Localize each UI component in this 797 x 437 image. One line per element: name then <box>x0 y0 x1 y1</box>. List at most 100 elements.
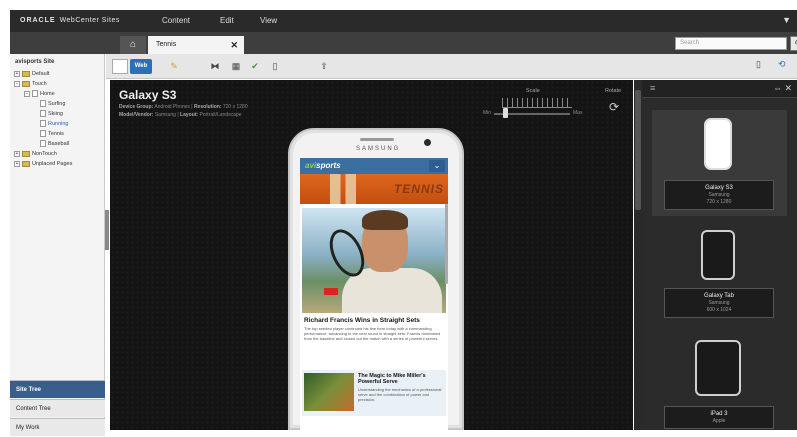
tree-node-home[interactable]: − Home <box>24 90 55 98</box>
tree-node-nontouch[interactable]: + NonTouch <box>14 150 57 158</box>
phone-frame: SAMSUNG avisports ⌄ TENNIS Richard Franc… <box>288 128 464 430</box>
tab-bar: ⌂ Tennis ✕ Search ⚲ <box>10 32 797 54</box>
article-2-title: The Magic to Mike Miller's Powerful Serv… <box>358 373 426 385</box>
panel-splitter[interactable] <box>105 210 109 250</box>
collapse-icon: − <box>24 90 30 97</box>
home-icon: ⌂ <box>129 39 137 50</box>
page-icon <box>40 130 46 138</box>
chevron-down-icon[interactable]: ▼ <box>782 15 791 25</box>
panel-controls[interactable]: ⇔ ✕ <box>773 83 792 94</box>
page-icon <box>40 120 46 128</box>
canvas-scrollbar[interactable] <box>634 80 642 430</box>
device-label: Galaxy S3 Samsung 720 x 1280 <box>664 180 774 210</box>
phone-screen: avisports ⌄ TENNIS Richard Francis Wins … <box>300 158 448 430</box>
close-icon[interactable]: ✕ <box>230 36 238 54</box>
player-hair <box>362 210 408 230</box>
phone-brand: SAMSUNG <box>356 146 401 152</box>
home-tab[interactable]: ⌂ <box>120 36 146 54</box>
page-icon <box>32 90 38 98</box>
page-icon <box>40 100 46 108</box>
folder-icon <box>22 150 30 157</box>
tree-node-unplaced-pages[interactable]: + Unplaced Pages <box>14 160 72 168</box>
tablet-icon <box>701 230 735 280</box>
site-tree-tab[interactable]: Site Tree <box>10 380 105 398</box>
wristband <box>324 288 338 295</box>
device-meta-line-1: Device Group: Android Phones | Resolutio… <box>119 104 248 110</box>
refresh-icon[interactable]: ⟲ <box>778 59 786 70</box>
page-icon <box>40 140 46 148</box>
folder-icon <box>22 80 30 87</box>
tab-tennis[interactable]: Tennis ✕ <box>148 36 244 54</box>
rotate-icon[interactable]: ⟳ <box>609 100 619 114</box>
article-body: The top seeded player continued his fine… <box>304 326 441 341</box>
article-card-2[interactable]: The Magic to Mike Miller's Powerful Serv… <box>302 370 446 416</box>
brand-name: ORACLE <box>20 17 56 24</box>
app-header: avisports ⌄ <box>300 158 448 174</box>
top-menu-bar: ORACLE WebCenter Sites Content Edit View … <box>10 10 797 32</box>
phone-speaker <box>360 138 394 141</box>
scrollbar-thumb[interactable] <box>635 90 641 210</box>
device-label: iPad 3 Apple <box>664 406 774 429</box>
device-label: Galaxy Tab Samsung 600 x 1024 <box>664 288 774 318</box>
banner-word: TENNIS <box>393 182 444 196</box>
device-title: Galaxy S3 <box>119 88 177 102</box>
banner-image <box>330 174 356 204</box>
app-window: ORACLE WebCenter Sites Content Edit View … <box>0 0 797 436</box>
scale-max: Max <box>573 110 583 116</box>
device-preview-icon[interactable]: ⇪ <box>316 59 332 74</box>
list-icon[interactable]: ≡ <box>650 83 655 93</box>
form-mode-toggle[interactable] <box>112 59 128 74</box>
article-2-body: Understanding the mechanics of a profess… <box>358 387 442 402</box>
device-card-ipad-3[interactable]: iPad 3 Apple <box>652 338 787 430</box>
tree-node-skiing[interactable]: Skiing <box>40 110 63 118</box>
app-menu-button[interactable]: ⌄ <box>429 160 445 172</box>
expand-icon: + <box>14 160 20 167</box>
tree-node-default[interactable]: + Default <box>14 70 49 78</box>
tree-node-surfing[interactable]: Surfing <box>40 100 65 108</box>
device-panel-header: ≡ ⇔ ✕ <box>642 80 797 98</box>
rotate-label: Rotate <box>605 88 622 94</box>
device-meta-line-2: Model/Vendor: Samsung | Layout: Portrait… <box>119 112 242 118</box>
tree-node-baseball[interactable]: Baseball <box>40 140 69 148</box>
content-tree-tab[interactable]: Content Tree <box>10 399 105 417</box>
web-mode-button[interactable]: Web <box>130 59 152 74</box>
approve-check-icon[interactable]: ✔ <box>248 59 262 74</box>
collapse-icon: − <box>14 80 20 87</box>
expand-icon: + <box>14 70 20 77</box>
tab-label: Tennis <box>156 41 177 48</box>
menu-content[interactable]: Content <box>162 16 190 25</box>
scale-min: Min <box>483 110 492 116</box>
edit-pencil-icon[interactable]: ✎ <box>166 59 182 74</box>
folder-icon <box>22 70 30 77</box>
tree-node-touch[interactable]: − Touch <box>14 80 47 88</box>
site-tree-panel: avisports Site + Default − Touch − Home Sur… <box>10 54 105 436</box>
device-card-galaxy-tab[interactable]: Galaxy Tab Samsung 600 x 1024 <box>652 228 787 338</box>
article-photo[interactable] <box>302 208 446 313</box>
scale-label: Scale <box>526 88 540 94</box>
search-button[interactable]: ⚲ <box>790 36 797 51</box>
my-work-tab[interactable]: My Work <box>10 418 105 436</box>
phone-camera <box>424 139 431 146</box>
device-list-panel: ≡ ⇔ ✕ Galaxy S3 Samsung 720 x 1280 Galax… <box>642 80 797 430</box>
article-2-thumbnail <box>304 373 354 411</box>
tennis-banner: TENNIS <box>300 174 448 204</box>
tree-node-tennis[interactable]: Tennis <box>40 130 64 138</box>
expand-icon: + <box>14 150 20 157</box>
scale-ticks <box>502 98 572 108</box>
scale-slider-handle[interactable] <box>503 108 509 118</box>
chevron-down-icon: ⌄ <box>433 161 441 170</box>
menu-edit[interactable]: Edit <box>220 16 234 25</box>
preview-icon[interactable]: ▦ <box>228 59 244 74</box>
product-name: WebCenter Sites <box>59 17 120 24</box>
search-input[interactable]: Search <box>675 37 787 50</box>
menu-view[interactable]: View <box>260 16 277 25</box>
app-logo: avisports <box>305 161 341 170</box>
site-tree-title: avisports Site <box>15 59 55 65</box>
article-title[interactable]: Richard Francis Wins in Straight Sets <box>304 317 444 324</box>
brand-logo: ORACLE WebCenter Sites <box>20 17 120 24</box>
mobile-device-icon[interactable]: ▯ <box>756 59 761 70</box>
compare-icon[interactable]: ⧓ <box>208 59 222 74</box>
device-card-galaxy-s3[interactable]: Galaxy S3 Samsung 720 x 1280 <box>652 110 787 216</box>
delete-icon[interactable]: ▯ <box>268 59 282 74</box>
tree-node-running[interactable]: Running <box>40 120 69 128</box>
